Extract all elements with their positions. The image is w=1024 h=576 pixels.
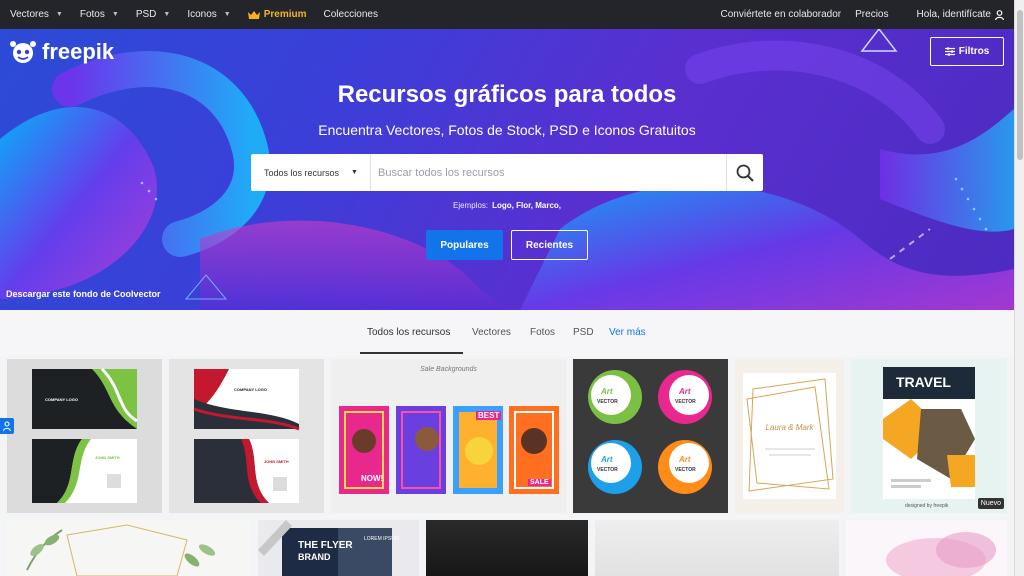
chevron-down-icon: ▼ bbox=[223, 11, 231, 18]
top-navigation: Vectores ▼ Fotos ▼ PSD ▼ Iconos ▼ Premium Co… bbox=[0, 0, 1014, 29]
card-thumbnail bbox=[339, 406, 559, 494]
hero-subtitle: Encuentra Vectores, Fotos de Stock, PSD … bbox=[318, 122, 696, 138]
page-scrollbar[interactable] bbox=[1014, 0, 1024, 576]
search-button[interactable] bbox=[726, 154, 763, 191]
resource-card-pink-watercolor[interactable] bbox=[846, 520, 1007, 576]
freepik-logo-icon bbox=[10, 41, 36, 63]
crown-icon bbox=[247, 10, 260, 19]
resource-card-floral-frame[interactable] bbox=[7, 520, 251, 576]
tab-see-more[interactable]: Ver más bbox=[609, 327, 646, 338]
chevron-down-icon: ▼ bbox=[55, 11, 63, 18]
resource-card-dark-texture[interactable] bbox=[426, 520, 588, 576]
login-link[interactable]: Hola, identifícate bbox=[903, 9, 1005, 20]
resource-card-art-vector-badges[interactable]: Art VECTOR Art VECTOR Art VECTOR Art VEC… bbox=[573, 359, 728, 513]
search-icon bbox=[736, 164, 754, 182]
card-thumbnail bbox=[743, 373, 836, 499]
resource-card-wedding-invitation[interactable]: Laura & Mark bbox=[735, 359, 844, 513]
popular-button[interactable]: Populares bbox=[426, 230, 503, 260]
resource-tabs: Todos los recursos Vectores Fotos PSD Ve… bbox=[0, 310, 1014, 356]
card-thumbnail bbox=[193, 369, 300, 503]
user-icon bbox=[995, 9, 1004, 20]
nav-colecciones[interactable]: Colecciones bbox=[324, 9, 378, 20]
hero-banner: freepik Filtros Recursos gráficos para t… bbox=[0, 29, 1014, 310]
chevron-down-icon: ▼ bbox=[163, 11, 171, 18]
resource-card-travel-flyer[interactable]: TRAVEL designed by freepik Nuevo bbox=[851, 359, 1007, 513]
freepik-logo[interactable]: freepik bbox=[8, 39, 114, 65]
filters-icon bbox=[944, 47, 955, 56]
card-thumbnail bbox=[32, 367, 138, 503]
resource-card-red-business-cards[interactable]: COMPANY LOGO JOHN SMITH bbox=[169, 359, 324, 513]
card-thumbnail bbox=[588, 370, 712, 494]
side-user-tab[interactable] bbox=[0, 418, 14, 434]
search-examples: Ejemplos: Logo, Flor, Marco, bbox=[452, 201, 561, 210]
tab-psd[interactable]: PSD bbox=[573, 327, 594, 338]
new-badge: Nuevo bbox=[977, 498, 1004, 509]
tab-fotos[interactable]: Fotos bbox=[530, 327, 555, 338]
nav-vectores[interactable]: Vectores ▼ bbox=[10, 9, 63, 20]
contributor-link[interactable]: Conviértete en colaborador bbox=[721, 9, 842, 20]
search-bar: Todos los recursos ▼ bbox=[251, 154, 763, 191]
chevron-down-icon: ▼ bbox=[111, 11, 119, 18]
background-credit-link[interactable]: Descargar este fondo de Coolvector bbox=[6, 289, 161, 299]
hero-title: Recursos gráficos para todos bbox=[337, 81, 677, 108]
resource-type-select[interactable]: Todos los recursos ▼ bbox=[251, 154, 371, 191]
nav-iconos[interactable]: Iconos ▼ bbox=[187, 9, 230, 20]
user-icon bbox=[3, 421, 11, 431]
nav-premium[interactable]: Premium bbox=[247, 9, 307, 20]
example-links[interactable]: Logo, Flor, Marco, bbox=[492, 201, 561, 210]
resource-card-grey-texture[interactable] bbox=[595, 520, 839, 576]
card-thumbnail bbox=[26, 524, 216, 576]
scrollbar-thumb[interactable] bbox=[1017, 10, 1023, 160]
resource-card-sale-backgrounds[interactable]: Sale Backgrounds BEST NOW! SALE bbox=[331, 359, 566, 513]
nav-fotos[interactable]: Fotos ▼ bbox=[80, 9, 119, 20]
caret-down-icon: ▼ bbox=[351, 169, 358, 176]
pricing-link[interactable]: Precios bbox=[855, 9, 888, 20]
nav-psd[interactable]: PSD ▼ bbox=[136, 9, 171, 20]
resource-card-flyer-brand[interactable]: THE FLYER BRAND LOREM IPSUM bbox=[258, 520, 419, 576]
search-input[interactable] bbox=[371, 154, 726, 191]
filters-button[interactable]: Filtros bbox=[930, 37, 1004, 66]
tab-all-resources[interactable]: Todos los recursos bbox=[367, 327, 450, 338]
resource-card-green-business-cards[interactable]: COMPANY LOGO JOHN SMITH bbox=[7, 359, 162, 513]
card-thumbnail bbox=[886, 532, 996, 576]
recent-button[interactable]: Recientes bbox=[511, 230, 588, 260]
tab-vectores[interactable]: Vectores bbox=[472, 327, 511, 338]
active-tab-indicator bbox=[360, 352, 463, 354]
